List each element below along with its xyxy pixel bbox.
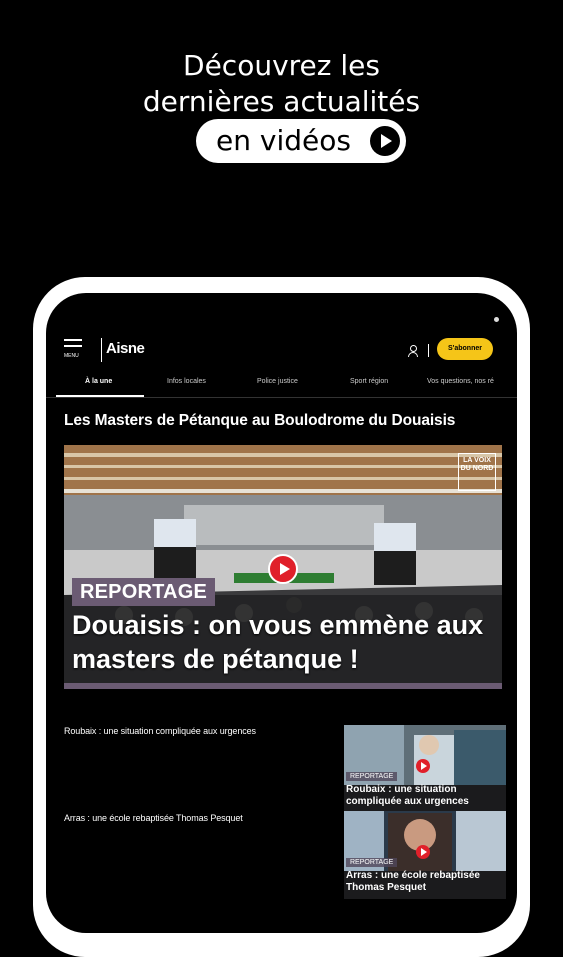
hero-tag: REPORTAGE [72,578,215,606]
video-thumbnail-card[interactable]: REPORTAGE Roubaix : une situation compli… [344,725,506,813]
promo-headline-line2: dernières actualités [142,85,421,118]
list-item-title[interactable]: Arras : une école rebaptisée Thomas Pesq… [64,813,243,823]
menu-label: MENU [64,353,79,359]
play-icon [370,126,400,156]
tabs-divider [46,397,517,398]
category-tabs: À la une Infos locales Police justice Sp… [46,373,517,397]
subscribe-button[interactable]: S'abonner [437,338,493,360]
tab-sport-region[interactable]: Sport région [350,373,388,391]
card-tag: REPORTAGE [346,858,398,867]
camera-dot [494,317,499,322]
tab-vos-questions[interactable]: Vos questions, nos ré [427,373,494,391]
tablet-screen: MENU Aisne S'abonner À la une Infos loca… [46,293,517,933]
header-divider [428,344,429,357]
app-header: MENU Aisne S'abonner [46,333,517,369]
hero-title: Douaisis : on vous emmène aux masters de… [72,610,484,674]
video-thumbnail-card[interactable]: REPORTAGE Arras : une école rebaptisée T… [344,811,506,899]
card-tag: REPORTAGE [346,772,398,781]
hamburger-icon [64,339,82,341]
user-icon[interactable] [408,345,418,357]
list-item-title[interactable]: Roubaix : une situation compliquée aux u… [64,726,256,736]
hero-bar [64,683,502,689]
card-title: Arras : une école rebaptisée Thomas Pesq… [346,870,480,893]
section-title: Les Masters de Pétanque au Boulodrome du… [64,412,456,429]
promo-headline-line1: Découvrez les [183,49,380,82]
promo-pill-text: en vidéos [216,124,351,157]
tab-a-la-une[interactable]: À la une [85,373,112,391]
tab-infos-locales[interactable]: Infos locales [167,373,206,391]
menu-button[interactable] [64,339,86,363]
tab-police-justice[interactable]: Police justice [257,373,298,391]
hero-video-card[interactable]: LA VOIX DU NORD REPORTAGE Douaisis : on … [64,445,502,689]
card-title: Roubaix : une situation compliquée aux u… [346,784,469,807]
play-icon [416,759,430,773]
logo[interactable]: Aisne [101,338,145,362]
promo-pill: en vidéos [196,119,406,163]
brand-logo: LA VOIX DU NORD [458,453,496,491]
play-icon[interactable] [268,554,298,584]
play-icon [416,845,430,859]
